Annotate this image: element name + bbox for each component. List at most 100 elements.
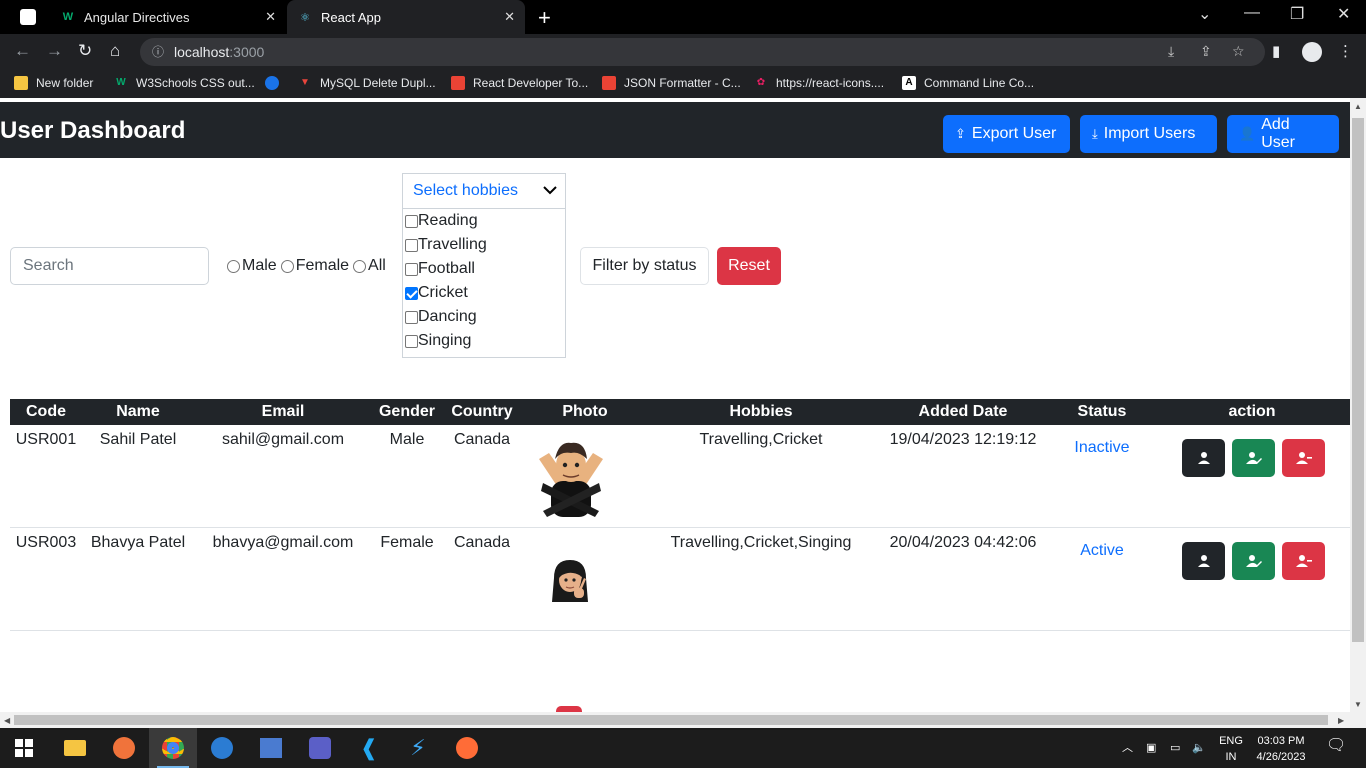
- bookmark-item[interactable]: A Command Line Co...: [902, 76, 1034, 90]
- new-tab-button[interactable]: +: [538, 5, 551, 31]
- install-icon[interactable]: ⤓: [1168, 43, 1174, 60]
- notification-icon[interactable]: 🗨: [1326, 738, 1346, 754]
- cell-email: bhavya@gmail.com: [212, 534, 354, 551]
- tab-react-app[interactable]: ⚛ React App ✕: [287, 0, 525, 34]
- hobby-checkbox[interactable]: [405, 238, 418, 252]
- bookmark-item[interactable]: JSON Formatter - C...: [602, 76, 741, 90]
- tab-title: React App: [321, 9, 381, 25]
- address-bar[interactable]: ⓘ localhost:3000: [140, 38, 1265, 66]
- site-info-icon[interactable]: ⓘ: [152, 38, 164, 66]
- hobby-option[interactable]: Cricket: [403, 281, 565, 305]
- menu-icon[interactable]: ⋮: [1338, 42, 1353, 60]
- view-user-button[interactable]: [1182, 542, 1225, 580]
- tab-search-icon[interactable]: [20, 9, 36, 25]
- chrome-taskbar-button[interactable]: [149, 728, 197, 768]
- bookmark-item[interactable]: ▼ MySQL Delete Dupl...: [298, 76, 436, 90]
- teams-taskbar-button[interactable]: [296, 728, 344, 768]
- hobby-checkbox[interactable]: [405, 214, 418, 228]
- user-photo: [550, 558, 590, 604]
- gender-radio-male[interactable]: [227, 259, 240, 273]
- import-users-button[interactable]: ⤓ Import Users: [1080, 115, 1217, 153]
- back-icon[interactable]: ←: [14, 41, 31, 61]
- taskbar-app[interactable]: [198, 728, 246, 768]
- status-toggle[interactable]: Inactive: [1052, 439, 1152, 457]
- hobby-option[interactable]: Dancing: [403, 305, 565, 329]
- volume-icon[interactable]: 🔈: [1192, 740, 1206, 756]
- gender-radio-female[interactable]: [280, 259, 294, 273]
- file-explorer-button[interactable]: [51, 728, 99, 768]
- share-icon[interactable]: ⇪: [1200, 43, 1212, 60]
- tab-search-chevron-icon[interactable]: ⌄: [1198, 4, 1211, 24]
- reset-button[interactable]: Reset: [717, 247, 781, 285]
- home-icon[interactable]: ⌂: [110, 41, 120, 61]
- bookmark-star-icon[interactable]: ☆: [1232, 43, 1245, 60]
- reload-icon[interactable]: ↻: [78, 41, 92, 61]
- clock[interactable]: 03:03 PM 4/26/2023: [1248, 733, 1314, 765]
- vscode-taskbar-button[interactable]: ❰: [345, 728, 393, 768]
- column-header: Email: [261, 403, 305, 420]
- bookmark-item[interactable]: ✿ https://react-icons....: [754, 76, 884, 90]
- bookmark-item[interactable]: [265, 76, 287, 90]
- taskbar-app[interactable]: [100, 728, 148, 768]
- start-button[interactable]: [0, 728, 48, 768]
- edit-user-button[interactable]: [1232, 439, 1275, 477]
- close-icon[interactable]: ✕: [504, 9, 515, 25]
- browser-toolbar: ← → ↻ ⌂ ⓘ localhost:3000 ⤓ ⇪ ☆ ▮ ⋮: [0, 34, 1366, 70]
- tab-angular-directives[interactable]: W Angular Directives ✕: [52, 0, 286, 34]
- profile-avatar[interactable]: [1302, 42, 1322, 62]
- taskbar-app[interactable]: ⚡: [394, 728, 442, 768]
- hobby-option[interactable]: Reading: [403, 209, 565, 233]
- restore-icon[interactable]: ❐: [1290, 4, 1304, 24]
- bookmark-item[interactable]: W W3Schools CSS out...: [114, 76, 254, 90]
- chrome-icon: [265, 76, 279, 90]
- meet-icon[interactable]: ▣: [1146, 740, 1156, 756]
- search-input[interactable]: [10, 247, 209, 285]
- network-icon[interactable]: ▭: [1170, 740, 1180, 756]
- hobby-checkbox[interactable]: [405, 286, 418, 300]
- cell-gender: Female: [380, 534, 434, 551]
- close-icon[interactable]: ✕: [265, 9, 276, 25]
- vscode-icon: ❰: [359, 735, 379, 760]
- edit-user-button[interactable]: [1232, 542, 1275, 580]
- gender-label: Female: [295, 257, 350, 274]
- scroll-up-icon[interactable]: ▲: [1354, 102, 1362, 111]
- scroll-left-icon[interactable]: ◀: [4, 716, 10, 725]
- view-user-button[interactable]: [1182, 439, 1225, 477]
- hobbies-dropdown-toggle[interactable]: Select hobbies: [403, 174, 565, 209]
- scroll-down-icon[interactable]: ▼: [1354, 700, 1362, 709]
- bookmark-item[interactable]: New folder: [14, 76, 93, 90]
- side-panel-icon[interactable]: ▮: [1272, 42, 1280, 60]
- export-user-button[interactable]: ⇪ Export User: [943, 115, 1070, 153]
- add-user-button[interactable]: 👤 Add User: [1227, 115, 1339, 153]
- delete-user-button[interactable]: [1282, 542, 1325, 580]
- language-indicator[interactable]: ENG IN: [1216, 733, 1246, 765]
- gender-radio-all[interactable]: [353, 259, 367, 273]
- chrome-icon: [162, 737, 184, 759]
- horizontal-scroll-thumb[interactable]: [14, 715, 1328, 725]
- tray-expand-icon[interactable]: ︿: [1122, 740, 1133, 756]
- postman-taskbar-button[interactable]: [443, 728, 491, 768]
- table-header: Code Name Email Gender Country Photo Hob…: [10, 399, 1350, 425]
- taskbar-app[interactable]: [247, 728, 295, 768]
- hobby-option[interactable]: Football: [403, 257, 565, 281]
- status-toggle[interactable]: Active: [1052, 542, 1152, 560]
- hobby-checkbox[interactable]: [405, 310, 418, 324]
- minimize-icon[interactable]: —: [1244, 4, 1260, 22]
- hobby-checkbox[interactable]: [405, 334, 418, 348]
- scroll-right-icon[interactable]: ▶: [1338, 716, 1344, 725]
- hobby-option[interactable]: Travelling: [403, 233, 565, 257]
- forward-icon[interactable]: →: [46, 41, 63, 61]
- hobby-option[interactable]: Singing: [403, 329, 565, 353]
- mysql-icon: ▼: [300, 77, 310, 88]
- user-photo: [533, 437, 609, 517]
- filter-by-status-button[interactable]: Filter by status: [580, 247, 709, 285]
- delete-user-button[interactable]: [1282, 439, 1325, 477]
- bookmark-item[interactable]: React Developer To...: [451, 76, 588, 90]
- w3schools-icon: W: [116, 77, 126, 88]
- window-close-icon[interactable]: ✕: [1337, 4, 1350, 24]
- store-icon: [602, 76, 616, 90]
- vertical-scroll-thumb[interactable]: [1352, 118, 1364, 642]
- hobby-checkbox[interactable]: [405, 262, 418, 276]
- download-icon: ⤓: [1092, 126, 1098, 141]
- cell-email: sahil@gmail.com: [221, 431, 345, 448]
